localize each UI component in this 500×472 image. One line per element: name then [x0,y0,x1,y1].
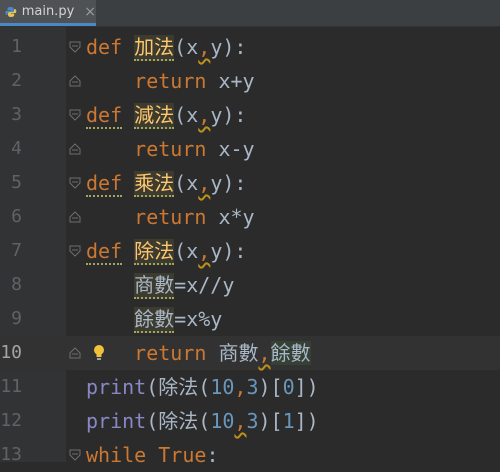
code-line[interactable]: 11 print(除法(10,3)[0]) [0,370,500,404]
fold-open-icon[interactable] [68,244,82,258]
line-number: 8 [11,274,22,295]
code-text: def 加法(x,y): [86,35,247,61]
line-number: 6 [11,206,22,227]
code-editor[interactable]: 1 def 加法(x,y): 2 return x+y 3 def 減法(x,y… [0,27,500,467]
code-text: return 商數,餘數 [134,341,311,365]
code-text: print(除法(10,3)[1]) [86,409,319,433]
fold-open-icon[interactable] [68,108,82,122]
line-number: 3 [11,104,22,125]
code-line[interactable]: 5 def 乘法(x,y): [0,166,500,200]
code-line[interactable]: 12 print(除法(10,3)[1]) [0,404,500,438]
fold-open-icon[interactable] [68,40,82,54]
fold-close-icon[interactable] [68,210,82,224]
code-text: return x+y [134,69,255,93]
fold-close-icon[interactable] [68,142,82,156]
code-text: while True: [86,443,219,467]
fold-close-icon[interactable] [68,346,82,360]
variable-name: 商數 [134,273,175,299]
code-text: def 乘法(x,y): [86,171,247,197]
function-name: 乘法 [134,171,175,197]
close-icon[interactable]: × [84,4,96,20]
line-number: 4 [11,138,22,159]
variable-name: 餘數 [134,307,175,333]
code-line[interactable]: 4 return x-y [0,132,500,166]
tab-label: main.py [21,4,75,19]
line-number: 13 [0,444,22,465]
fold-close-icon[interactable] [68,74,82,88]
line-number: 5 [11,172,22,193]
code-line-current[interactable]: 10 return 商數,餘數 [0,336,500,370]
code-text: 商數=x//y [134,273,235,299]
code-line[interactable]: 9 餘數=x%y [0,302,500,336]
line-number: 7 [11,240,22,261]
function-name: 加法 [134,35,175,61]
line-number: 11 [0,376,22,397]
line-number: 1 [11,36,22,57]
line-number: 10 [0,342,22,363]
line-number: 12 [0,410,22,431]
fold-open-icon[interactable] [68,176,82,190]
function-name: 減法 [134,103,175,129]
line-number: 2 [11,70,22,91]
tab-main-py[interactable]: main.py × [0,0,96,26]
code-text: return x-y [134,137,255,161]
code-line[interactable]: 3 def 減法(x,y): [0,98,500,132]
code-line[interactable]: 6 return x*y [0,200,500,234]
editor-tab-bar: main.py × [0,0,500,27]
code-line[interactable]: 2 return x+y [0,64,500,98]
fold-open-icon[interactable] [68,448,82,462]
function-name: 除法 [134,239,175,265]
line-number: 9 [11,308,22,329]
code-line[interactable]: 13 while True: [0,438,500,472]
code-line[interactable]: 7 def 除法(x,y): [0,234,500,268]
code-line[interactable]: 8 商數=x//y [0,268,500,302]
code-text: 餘數=x%y [134,307,223,333]
code-line[interactable]: 1 def 加法(x,y): [0,30,500,64]
code-text: return x*y [134,205,255,229]
python-file-icon [5,6,17,17]
code-text: def 除法(x,y): [86,239,247,265]
code-text: def 減法(x,y): [86,103,247,129]
code-text: print(除法(10,3)[0]) [86,375,319,399]
